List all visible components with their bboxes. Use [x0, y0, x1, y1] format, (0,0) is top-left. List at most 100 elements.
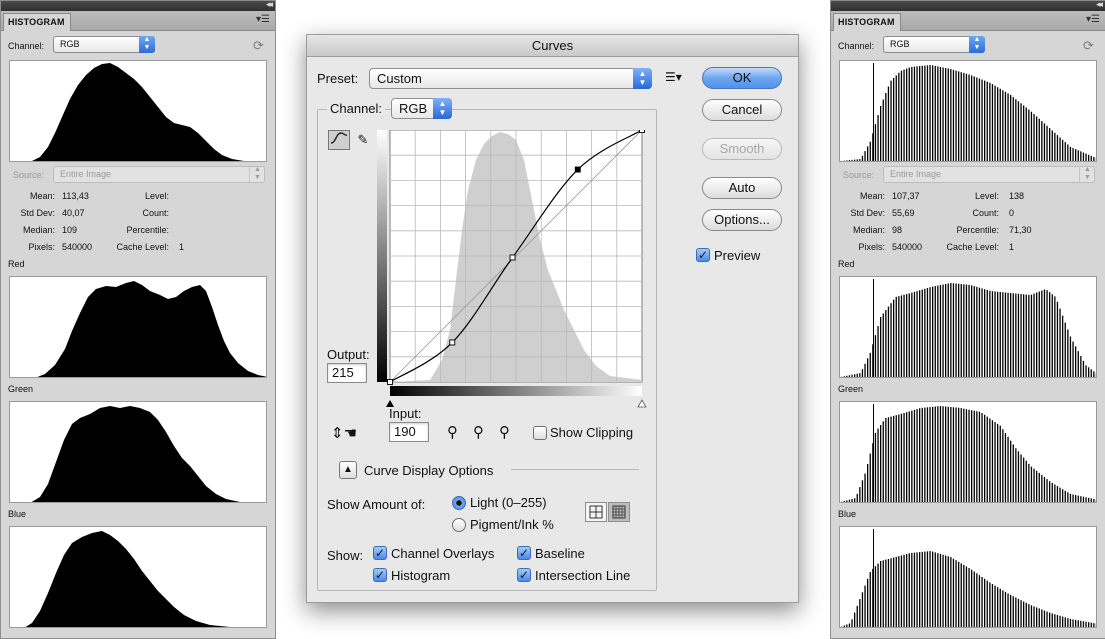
histogram-bar — [1038, 472, 1040, 502]
histogram-bar — [1056, 135, 1059, 161]
selected-curve-point — [574, 166, 581, 173]
smooth-button[interactable]: Smooth — [702, 138, 782, 160]
histogram-bar — [1038, 118, 1040, 161]
histogram-bar — [1064, 617, 1066, 627]
histogram-bar — [890, 558, 892, 627]
histogram-bar — [916, 409, 918, 502]
collapse-icon[interactable]: ◂◂ — [266, 0, 273, 10]
input-field[interactable]: 190 — [389, 422, 429, 442]
histogram-bar — [1007, 93, 1009, 161]
intersection-line-checkbox[interactable]: ✓ — [517, 568, 531, 582]
histogram-bar — [986, 416, 988, 502]
histogram-bar — [1075, 619, 1077, 627]
histogram-bar — [939, 406, 942, 502]
channel-select[interactable]: RGB ▲ ▼ — [883, 36, 985, 53]
preset-options-icon[interactable]: ☰▾ — [665, 70, 682, 84]
red-label: Red — [8, 259, 25, 269]
stddev-label: Std Dev: — [20, 208, 55, 218]
panel-menu-icon[interactable]: ▾☰ — [256, 14, 270, 25]
green-label: Green — [838, 384, 864, 394]
refresh-icon[interactable]: ⟳ — [1083, 38, 1094, 54]
histogram-bar — [921, 551, 923, 627]
histogram-bar — [880, 317, 882, 377]
grid-simple-icon[interactable] — [585, 502, 607, 522]
histogram-bar — [841, 626, 843, 627]
refresh-icon[interactable]: ⟳ — [253, 38, 264, 54]
histogram-bar — [934, 406, 936, 502]
histogram-bar — [991, 584, 994, 627]
histogram-bar — [882, 313, 884, 377]
histogram-bar — [989, 582, 991, 627]
histogram-bar — [1033, 293, 1035, 377]
curve-graph[interactable] — [377, 130, 649, 412]
curve-display-options-label[interactable]: Curve Display Options — [364, 463, 493, 478]
histogram-bar — [1002, 590, 1004, 627]
panel-titlebar[interactable]: ◂◂ — [831, 0, 1105, 11]
histogram-bar — [1088, 154, 1090, 161]
percentile-value: 71,30 — [1009, 225, 1032, 235]
ok-button[interactable]: OK — [702, 67, 782, 89]
source-select[interactable]: Entire Image ▲ ▼ — [883, 166, 1095, 183]
histogram-bar — [895, 75, 897, 161]
cache-level-value: 1 — [1009, 242, 1015, 252]
histogram-bar — [984, 80, 986, 161]
curve-tool-icon[interactable] — [328, 130, 350, 150]
output-field[interactable]: 215 — [327, 363, 367, 383]
histogram-bar — [958, 71, 960, 161]
cache-level-value: 1 — [179, 242, 185, 252]
preset-select[interactable]: Custom ▲ ▼ — [369, 68, 652, 89]
histogram-bar — [906, 412, 908, 502]
histogram-bar — [1085, 497, 1087, 502]
histogram-bar — [929, 65, 931, 161]
green-label: Green — [8, 384, 34, 394]
histogram-bar — [921, 407, 923, 502]
output-gradient-bar — [377, 130, 387, 382]
histogram-checkbox[interactable]: ✓ — [373, 568, 387, 582]
red-histogram — [9, 276, 267, 378]
histogram-bar — [895, 296, 897, 377]
black-eyedropper-icon[interactable]: ⚲ — [447, 423, 458, 441]
pencil-tool-icon[interactable]: ✎ — [352, 130, 374, 150]
preview-label: Preview — [714, 248, 761, 263]
channel-select[interactable]: RGB ▲ ▼ — [391, 98, 452, 119]
preview-checkbox[interactable]: ✓ — [696, 248, 710, 262]
channel-select[interactable]: RGB ▲ ▼ — [53, 36, 155, 53]
options-button[interactable]: Options... — [702, 209, 782, 231]
dialog-title[interactable]: Curves — [307, 35, 798, 57]
baseline-checkbox[interactable]: ✓ — [517, 546, 531, 560]
histogram-bar — [1010, 95, 1012, 161]
histogram-bar — [958, 561, 960, 627]
histogram-bar — [994, 85, 996, 161]
blue-histogram — [9, 526, 267, 628]
histogram-tab[interactable]: HISTOGRAM — [3, 13, 71, 31]
show-clipping-checkbox[interactable] — [533, 426, 547, 440]
light-radio[interactable] — [452, 496, 466, 510]
histogram-bar — [846, 375, 848, 377]
histogram-bar — [932, 551, 934, 627]
on-image-adjust-icon[interactable]: ⇕☚ — [331, 424, 357, 442]
histogram-bar — [942, 554, 944, 627]
histogram-bar — [1002, 90, 1004, 161]
gray-eyedropper-icon[interactable]: ⚲ — [473, 423, 484, 441]
histogram-bar — [937, 285, 939, 377]
histogram-bar — [846, 160, 848, 161]
cancel-button[interactable]: Cancel — [702, 99, 782, 121]
auto-button[interactable]: Auto — [702, 177, 782, 199]
panel-menu-icon[interactable]: ▾☰ — [1086, 14, 1100, 25]
disclosure-triangle-icon[interactable]: ▲ — [339, 461, 357, 479]
collapse-icon[interactable]: ◂◂ — [1096, 0, 1103, 10]
source-select[interactable]: Entire Image ▲ ▼ — [53, 166, 265, 183]
channel-overlays-checkbox[interactable]: ✓ — [373, 546, 387, 560]
grid-detailed-icon[interactable] — [608, 502, 630, 522]
histogram-tab[interactable]: HISTOGRAM — [833, 13, 901, 31]
histogram-bar — [1090, 622, 1092, 627]
curve-point — [639, 130, 645, 133]
panel-titlebar[interactable]: ◂◂ — [1, 0, 275, 11]
mean-label: Mean: — [859, 191, 885, 201]
white-eyedropper-icon[interactable]: ⚲ — [499, 423, 510, 441]
histogram-bar — [1036, 116, 1038, 161]
select-arrows-icon: ▲ ▼ — [1079, 166, 1095, 183]
histogram-bar — [997, 291, 999, 377]
pigment-radio[interactable] — [452, 518, 466, 532]
histogram-bar — [859, 159, 861, 161]
